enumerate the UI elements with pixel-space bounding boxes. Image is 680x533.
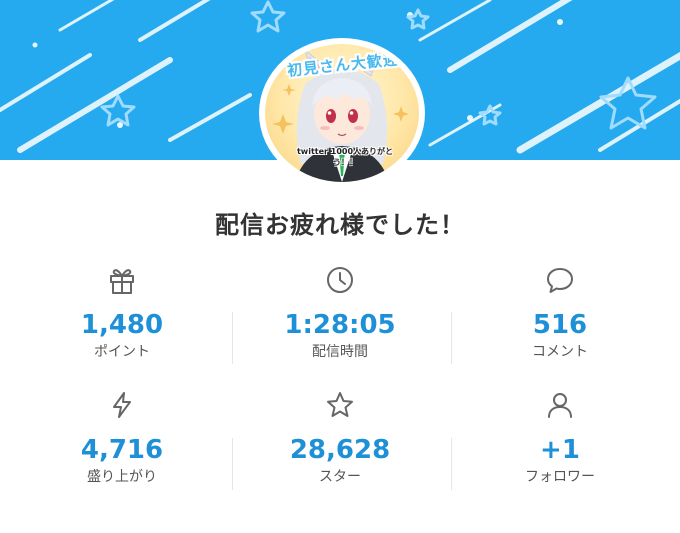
stat-points: 1,480 ポイント [22, 265, 222, 361]
lightning-icon [113, 392, 131, 418]
stat-stream-time-value: 1:28:05 [284, 310, 396, 340]
column-divider [451, 312, 452, 364]
stat-stars-value: 28,628 [289, 435, 391, 465]
stat-followers-value: +1 [540, 435, 580, 465]
stat-comments-value: 516 [532, 310, 588, 340]
column-divider [451, 438, 452, 490]
column-divider [232, 312, 233, 364]
stat-stars: 28,628 スター [240, 390, 440, 486]
comment-bubble-icon [547, 268, 573, 293]
clock-icon [327, 267, 353, 293]
stat-comments-label: コメント [532, 344, 588, 360]
avatar-illustration: 初見さん大歓迎 twitter 1000人ありがとう！！ [265, 44, 419, 182]
stat-comments: 516 コメント [460, 265, 660, 361]
streamer-avatar[interactable]: 初見さん大歓迎 twitter 1000人ありがとう！！ [259, 38, 425, 188]
page-title: 配信お疲れ様でした！ [215, 211, 465, 239]
gift-icon [110, 269, 134, 294]
stat-stream-time-label: 配信時間 [312, 344, 368, 360]
person-icon [548, 393, 572, 418]
stat-points-label: ポイント [94, 344, 150, 360]
stat-followers: +1 フォロワー [460, 390, 660, 486]
column-divider [232, 438, 233, 490]
stat-excitement-label: 盛り上がり [87, 469, 157, 485]
stat-stream-time: 1:28:05 配信時間 [240, 265, 440, 361]
stat-followers-label: フォロワー [525, 469, 595, 485]
stat-excitement-value: 4,716 [80, 435, 164, 465]
star-icon [327, 392, 353, 417]
avatar-caption-text: twitter 1000人ありがとう！！ [296, 147, 394, 167]
stat-points-value: 1,480 [80, 310, 164, 340]
stat-stars-label: スター [319, 469, 361, 485]
stat-excitement: 4,716 盛り上がり [22, 390, 222, 486]
